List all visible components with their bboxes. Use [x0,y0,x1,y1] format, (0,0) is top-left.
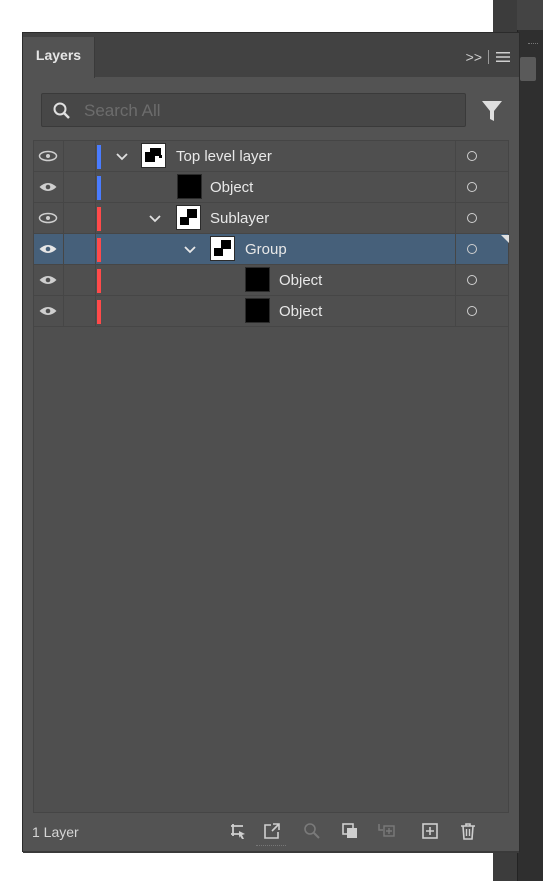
layer-name: Object [279,303,323,320]
layer-name: Object [279,272,323,289]
target-cell[interactable] [455,203,508,234]
target-cell[interactable] [455,141,508,172]
chevron-down-icon[interactable] [116,153,128,161]
layer-name: Object [210,179,254,196]
eye-icon [39,183,57,191]
panel-header-icons: >> [466,49,511,65]
selection-indicator-icon[interactable] [501,235,509,243]
layer-row[interactable]: Object [34,296,508,327]
chevron-down-icon[interactable] [149,215,161,223]
dock-column [517,0,543,881]
visibility-toggle[interactable] [34,141,64,172]
layer-color-bar [97,269,101,293]
eye-icon [39,245,57,253]
expand-panels-button[interactable] [520,57,536,81]
object-thumbnail [245,267,270,292]
locate-object-icon[interactable] [303,822,321,840]
lock-toggle[interactable] [64,296,96,327]
visibility-toggle[interactable] [34,265,64,296]
layer-color-bar [97,207,101,231]
lock-toggle[interactable] [64,234,96,265]
lock-toggle[interactable] [64,141,96,172]
layer-name: Top level layer [176,148,272,165]
panel-menu-icon[interactable] [495,50,511,64]
header-separator [488,50,489,64]
lock-toggle[interactable] [64,265,96,296]
object-thumbnail [245,298,270,323]
layer-row[interactable]: Top level layer [34,141,508,172]
new-sublayer-icon[interactable] [377,822,395,840]
tab-layers[interactable]: Layers [23,37,95,78]
layer-row[interactable]: Object [34,265,508,296]
layer-row[interactable]: Sublayer [34,203,508,234]
target-cell[interactable] [455,296,508,327]
collect-for-export-icon[interactable] [229,822,247,840]
chevron-down-icon[interactable] [184,246,196,254]
eye-icon [39,307,57,315]
search-field[interactable] [41,93,466,128]
visibility-toggle[interactable] [34,203,64,234]
search-icon [53,102,70,119]
visibility-toggle[interactable] [34,296,64,327]
target-circle-icon[interactable] [467,275,477,285]
target-circle-icon[interactable] [467,244,477,254]
layers-list[interactable]: Top level layer Object Sublayer Group Ob… [33,140,509,813]
visibility-toggle[interactable] [34,172,64,203]
layer-color-bar [97,300,101,324]
tab-label: Layers [35,47,82,63]
lock-toggle[interactable] [64,203,96,234]
group-thumbnail [210,236,235,261]
layer-color-bar [97,238,101,262]
layer-count: 1 Layer [32,824,79,840]
dock-top-tab[interactable] [517,0,543,30]
panel-bottom-edge [23,851,519,853]
make-clipping-mask-icon[interactable] [341,822,359,840]
target-circle-icon[interactable] [467,213,477,223]
layer-color-bar [97,145,101,169]
target-circle-icon[interactable] [467,182,477,192]
dock-grip[interactable] [528,43,538,46]
layer-name: Sublayer [210,210,270,227]
layer-name: Group [245,241,287,258]
target-circle-icon[interactable] [467,151,477,161]
eye-icon [38,212,58,224]
eye-icon [38,150,58,162]
new-layer-icon[interactable] [421,822,439,840]
filter-icon[interactable] [481,99,503,123]
layers-panel: Layers >> Top level layer [22,32,520,853]
layer-row-selected[interactable]: Group [34,234,508,265]
lock-toggle[interactable] [64,172,96,203]
export-icon[interactable] [263,822,281,840]
layer-thumbnail [176,205,201,230]
delete-icon[interactable] [459,822,477,840]
target-cell[interactable] [455,172,508,203]
visibility-toggle[interactable] [34,234,64,265]
layer-row[interactable]: Object [34,172,508,203]
panel-header: Layers >> [23,33,519,78]
target-cell[interactable] [455,265,508,296]
panel-resize-handle[interactable] [256,845,286,850]
search-input[interactable] [82,94,456,128]
eye-icon [39,276,57,284]
collapse-icon[interactable]: >> [466,49,482,65]
target-circle-icon[interactable] [467,306,477,316]
layer-color-bar [97,176,101,200]
layer-thumbnail [141,143,166,168]
object-thumbnail [177,174,202,199]
